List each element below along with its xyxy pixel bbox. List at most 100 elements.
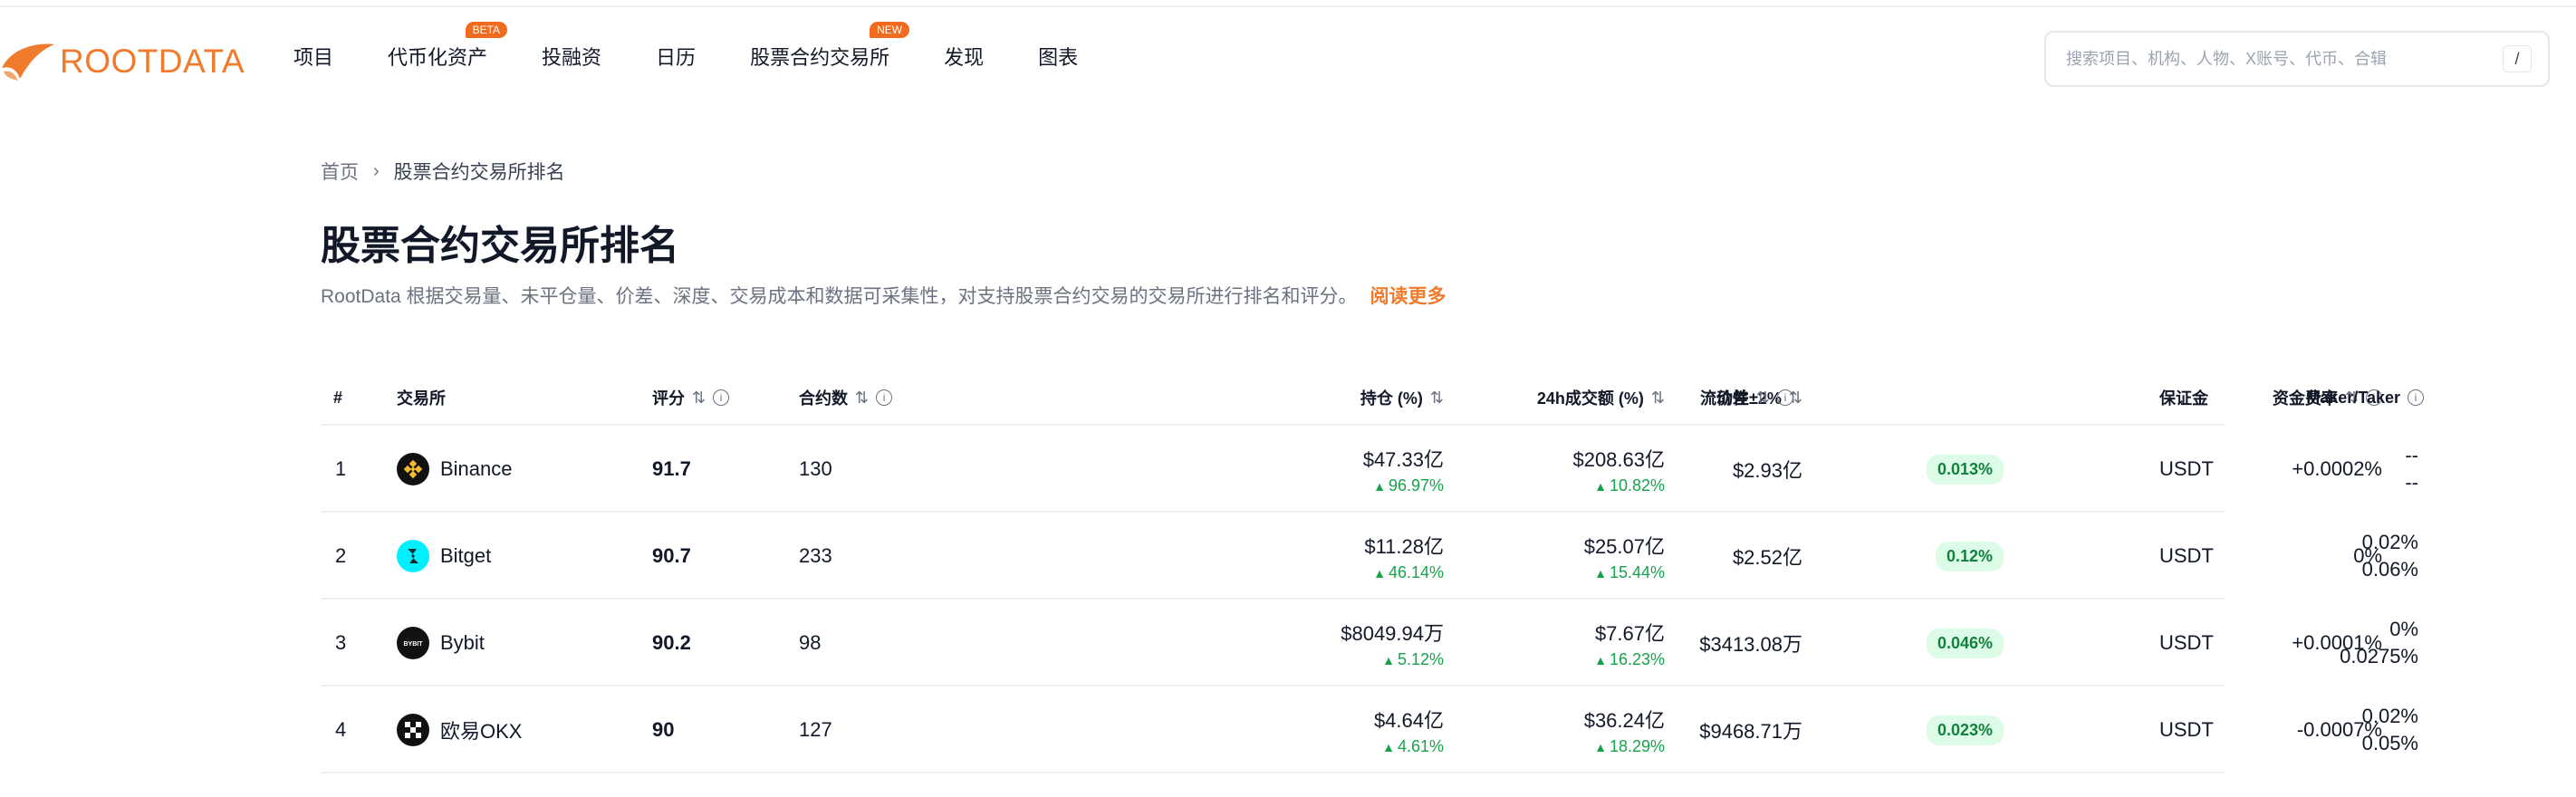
score-cell: 90 [652,687,674,773]
logo-text: ROOTDATA [60,43,245,80]
rootdata-logo[interactable]: ROOTDATA [0,34,245,89]
bybit-logo-icon: BYBIT [397,627,429,659]
rank-cell: 4 [335,687,346,773]
read-more-link[interactable]: 阅读更多 [1370,286,1447,307]
exchange-cell[interactable]: Bitget [397,513,491,600]
sort-icon[interactable]: ⇅ [692,389,706,408]
nav-item-projects[interactable]: 项目 [293,42,333,71]
rank-value: 4 [335,718,347,741]
binance-logo-icon [397,453,429,485]
margin-value: USDT [2159,544,2214,567]
col-margin: 保证金 [2159,370,2208,426]
table-row[interactable]: 3BYBITBybit90.298$8049.94万5.12%$7.67亿16.… [321,600,2418,687]
info-icon[interactable]: i [713,389,730,406]
rank-cell: 2 [335,513,346,600]
nav-label: 日历 [656,46,697,69]
col-label: 合约数 [799,389,848,408]
maker-fee: -- [2405,444,2418,466]
col-maker-taker[interactable]: Maker/Taker i [1860,370,2424,426]
search-box[interactable]: / [2044,31,2550,87]
nav-label: 股票合约交易所 [750,46,890,69]
maker-fee: 0% [2389,618,2418,640]
maker-taker-cell: 0.02% 0.05% [1860,687,2418,773]
col-label: 交易所 [397,389,446,408]
col-label: Maker/Taker [2306,388,2400,407]
col-label: 评分 [652,389,685,408]
info-icon[interactable]: i [2408,389,2424,406]
maker-fee: 0.02% [2361,705,2418,727]
margin-cell: USDT [2159,426,2214,513]
margin-cell: USDT [2159,687,2214,773]
score-value: 90.7 [652,544,691,567]
margin-value: USDT [2159,631,2214,654]
nav-item-fundraising[interactable]: 投融资 [542,42,601,71]
info-icon[interactable]: i [876,389,893,406]
col-label: # [333,388,343,407]
exchange-name[interactable]: Bybit [440,631,485,655]
rank-value: 3 [335,631,347,654]
description-text: RootData 根据交易量、未平仓量、价差、深度、交易成本和数据可采集性，对支… [321,286,1358,307]
nav-item-stock-exchanges[interactable]: 股票合约交易所 NEW [750,22,910,71]
page-description: RootData 根据交易量、未平仓量、价差、深度、交易成本和数据可采集性，对支… [321,282,1447,309]
table-row[interactable]: 2Bitget90.7233$11.28亿46.14%$25.07亿15.44%… [321,513,2418,600]
exchange-name[interactable]: Bitget [440,544,491,568]
taker-fee: -- [2405,471,2418,494]
rank-value: 2 [335,544,347,567]
contracts-cell: 127 [799,687,832,773]
exchange-cell[interactable]: BYBIT Bybit [397,600,485,687]
site-header: ROOTDATA 项目 代币化资产 BETA 投融资 日历 股票合约交易所 NEW … [0,7,2576,105]
okx-logo-icon [397,714,429,746]
taker-fee: 0.0275% [2340,645,2418,667]
col-rank: # [333,370,342,426]
exchange-name[interactable]: Binance [440,457,513,481]
nav-item-charts[interactable]: 图表 [1038,42,1078,71]
nav-item-discover[interactable]: 发现 [944,42,984,71]
nav-item-tokenized-assets[interactable]: 代币化资产 BETA [388,22,508,71]
sort-icon[interactable]: ⇅ [855,389,869,408]
nav-label: 代币化资产 [388,46,488,69]
exchange-cell[interactable]: 欧易OKX [397,687,522,773]
nav-label: 发现 [944,46,985,69]
rank-cell: 3 [335,600,346,687]
chevron-right-icon: › [373,160,380,181]
score-value: 90 [652,718,675,741]
rank-cell: 1 [335,426,346,513]
col-contracts[interactable]: 合约数 ⇅ i [799,370,893,426]
contracts-cell: 98 [799,600,821,687]
nav-item-calendar[interactable]: 日历 [656,42,696,71]
rank-value: 1 [335,457,347,480]
search-input[interactable] [2066,49,2483,69]
col-exchange: 交易所 [397,370,446,426]
nav-label: 图表 [1038,46,1079,69]
table-row[interactable]: 1Binance91.7130$47.33亿96.97%$208.63亿10.8… [321,426,2418,513]
contracts-cell: 233 [799,513,832,600]
svg-text:BYBIT: BYBIT [404,641,424,648]
taker-fee: 0.06% [2361,558,2418,581]
breadcrumb-home-link[interactable]: 首页 [321,158,359,185]
main-nav: 项目 代币化资产 BETA 投融资 日历 股票合约交易所 NEW 发现 图表 [293,7,1132,105]
table-body: 1Binance91.7130$47.33亿96.97%$208.63亿10.8… [321,426,2418,773]
score-cell: 90.2 [652,600,691,687]
exchange-cell[interactable]: Binance [397,426,513,513]
exchange-name[interactable]: 欧易OKX [440,715,522,744]
col-score[interactable]: 评分 ⇅ i [652,370,730,426]
taker-fee: 0.05% [2361,732,2418,754]
score-cell: 91.7 [652,426,691,513]
contracts-value: 233 [799,544,832,567]
breadcrumb-current: 股票合约交易所排名 [393,162,565,183]
search-shortcut-key: / [2503,45,2532,72]
exchange-ranking-table: # 交易所 评分 ⇅ i 合约数 ⇅ i 持仓 (%) ⇅ 24h成交额 (%) ⇅ 流动性… [321,370,2424,773]
maker-fee: 0.02% [2361,531,2418,553]
contracts-value: 127 [799,718,832,741]
contracts-value: 98 [799,631,822,654]
nav-label: 项目 [293,46,334,69]
bitget-logo-icon [397,540,429,572]
maker-taker-cell: -- -- [1860,426,2418,513]
score-value: 90.2 [652,631,691,654]
page-title: 股票合约交易所排名 [321,224,679,268]
table-row[interactable]: 4欧易OKX90127$4.64亿4.61%$36.24亿18.29%$9468… [321,687,2418,773]
rootdata-logo-icon [2,43,54,81]
score-cell: 90.7 [652,513,691,600]
score-value: 91.7 [652,457,691,480]
maker-taker-cell: 0% 0.0275% [1860,600,2418,687]
